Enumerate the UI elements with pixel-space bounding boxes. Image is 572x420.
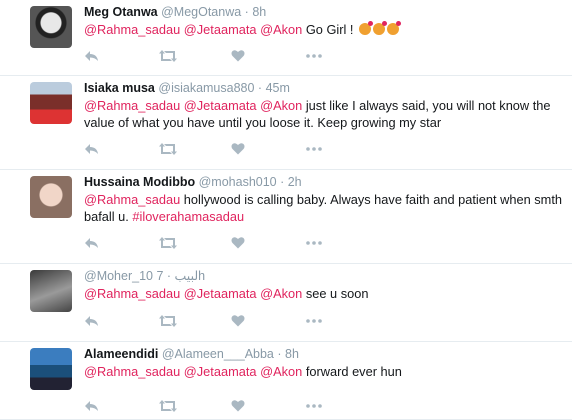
hashtag-link[interactable]: #iloverahamasadau [132,209,244,224]
tweet-header: @Moher_10 لبيب · 7h [84,268,564,284]
tweet-header: Alameendidi @Alameen___Abba · 8h [84,346,564,362]
fullname[interactable]: Alameendidi [84,347,158,361]
tweet-header: Hussaina Modibbo @mohash010 · 2h [84,174,564,190]
tweet-text: @Rahma_sadau @Jetaamata @Akon forward ev… [84,363,564,380]
username[interactable]: @Alameen___Abba [162,347,274,361]
separator-dot: · [273,347,285,361]
separator-dot: · [163,269,175,283]
timestamp[interactable]: 45m [266,81,290,95]
tweet[interactable]: @Moher_10 لبيب · 7h @Rahma_sadau @Jetaama… [0,264,572,342]
tweet-header: Isiaka musa @isiakamusa880 · 45m [84,80,564,96]
like-heart-icon[interactable] [231,142,245,155]
tweet-content: Alameendidi @Alameen___Abba · 8h @Rahma_s… [84,346,564,412]
mention-link[interactable]: @Jetaamata [184,364,257,379]
retweet-icon[interactable] [158,49,178,63]
separator-dot: · [241,5,253,19]
tweet[interactable]: Isiaka musa @isiakamusa880 · 45m @Rahma_s… [0,76,572,170]
username[interactable]: @mohash010 [199,175,277,189]
retweet-icon[interactable] [158,236,178,250]
tweet-feed: Meg Otanwa @MegOtanwa · 8h @Rahma_sadau @… [0,0,572,420]
more-icon[interactable] [305,146,323,152]
tweet[interactable]: Hussaina Modibbo @mohash010 · 2h @Rahma_s… [0,170,572,264]
tweet-header: Meg Otanwa @MegOtanwa · 8h [84,4,564,20]
tweet[interactable]: Meg Otanwa @MegOtanwa · 8h @Rahma_sadau @… [0,0,572,76]
tweet-text: @Rahma_sadau @Jetaamata @Akon just like … [84,97,564,131]
more-icon[interactable] [305,240,323,246]
tweet-text-segment: Go Girl ! [302,22,358,37]
reply-icon[interactable] [84,236,100,250]
like-heart-icon[interactable] [231,49,245,62]
retweet-icon[interactable] [158,399,178,413]
mention-link[interactable]: @Rahma_sadau [84,286,180,301]
retweet-icon[interactable] [158,314,178,328]
timestamp[interactable]: 8h [285,347,299,361]
kissing-face-emoji [359,21,374,35]
tweet-text-segment: see u soon [302,286,369,301]
mention-link[interactable]: @Jetaamata [184,98,257,113]
mention-link[interactable]: @Akon [260,364,302,379]
tweet-text-segment: forward ever hun [302,364,402,379]
like-heart-icon[interactable] [231,236,245,249]
avatar[interactable] [30,6,72,48]
mention-link[interactable]: @Rahma_sadau [84,192,180,207]
mention-link[interactable]: @Jetaamata [184,22,257,37]
reply-icon[interactable] [84,142,100,156]
retweet-icon[interactable] [158,142,178,156]
tweet-content: Hussaina Modibbo @mohash010 · 2h @Rahma_s… [84,174,564,249]
tweet-content: Isiaka musa @isiakamusa880 · 45m @Rahma_s… [84,80,564,155]
separator-dot: · [254,81,266,95]
more-icon[interactable] [305,403,323,409]
avatar[interactable] [30,82,72,124]
timestamp[interactable]: 2h [288,175,302,189]
reply-icon[interactable] [84,314,100,328]
username[interactable]: @MegOtanwa [161,5,241,19]
tweet-text: @Rahma_sadau @Jetaamata @Akon Go Girl ! [84,21,564,38]
mention-link[interactable]: @Akon [260,286,302,301]
username[interactable]: @isiakamusa880 [158,81,254,95]
separator-dot: · [276,175,288,189]
mention-link[interactable]: @Akon [260,98,302,113]
mention-link[interactable]: @Rahma_sadau [84,22,180,37]
reply-icon[interactable] [84,49,100,63]
tweet-text: @Rahma_sadau hollywood is calling baby. … [84,191,564,225]
fullname[interactable]: Hussaina Modibbo [84,175,195,189]
tweet-content: Meg Otanwa @MegOtanwa · 8h @Rahma_sadau @… [84,4,564,62]
avatar[interactable] [30,270,72,312]
tweet-content: @Moher_10 لبيب · 7h @Rahma_sadau @Jetaama… [84,268,564,327]
reply-icon[interactable] [84,399,100,413]
like-heart-icon[interactable] [231,399,245,412]
mention-link[interactable]: @Akon [260,22,302,37]
mention-link[interactable]: @Rahma_sadau [84,364,180,379]
fullname[interactable]: Meg Otanwa [84,5,158,19]
kissing-face-emoji [373,21,388,35]
like-heart-icon[interactable] [231,314,245,327]
avatar[interactable] [30,348,72,390]
tweet-text: @Rahma_sadau @Jetaamata @Akon see u soon [84,285,564,302]
fullname[interactable]: Isiaka musa [84,81,155,95]
avatar[interactable] [30,176,72,218]
kissing-face-emoji [387,21,402,35]
mention-link[interactable]: @Jetaamata [184,286,257,301]
timestamp[interactable]: 8h [252,5,266,19]
username[interactable]: @Moher_10 [84,269,153,283]
more-icon[interactable] [305,318,323,324]
tweet[interactable]: Alameendidi @Alameen___Abba · 8h @Rahma_s… [0,342,572,420]
mention-link[interactable]: @Rahma_sadau [84,98,180,113]
more-icon[interactable] [305,53,323,59]
